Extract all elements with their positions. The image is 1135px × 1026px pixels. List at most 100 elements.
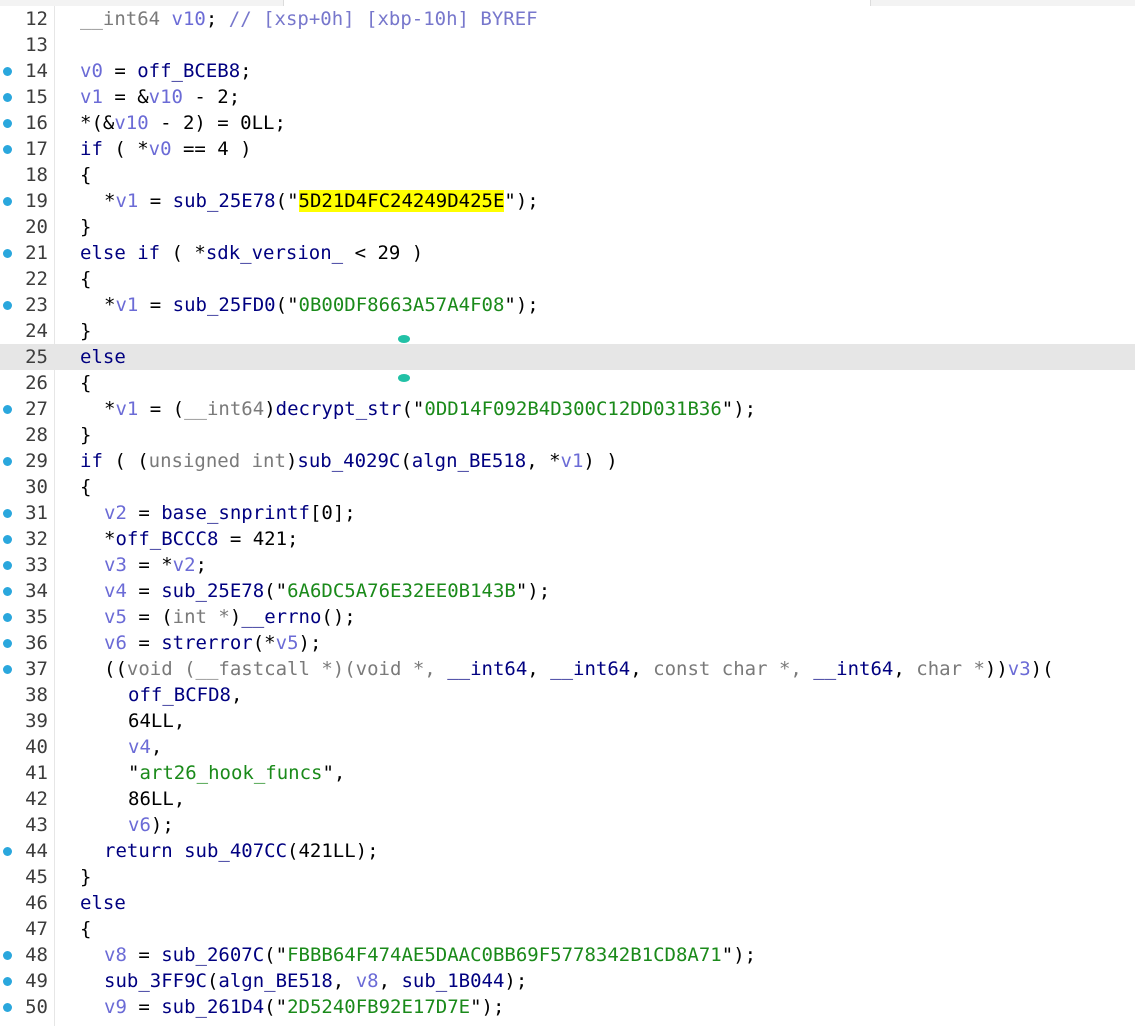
code-text[interactable]: v9 = sub_261D4("2D5240FB92E17D7E"); (104, 994, 504, 1020)
code-line[interactable]: 23 *v1 = sub_25FD0("0B00DF8663A57A4F08"); (0, 292, 1135, 318)
code-text[interactable]: ((void (__fastcall *)(void *, __int64, _… (104, 656, 1054, 682)
code-text[interactable]: else if ( *sdk_version_ < 29 ) (80, 240, 423, 266)
code-line[interactable]: 15 v1 = &v10 - 2; (0, 84, 1135, 110)
code-text[interactable]: __int64 v10; // [xsp+0h] [xbp-10h] BYREF (80, 6, 538, 32)
code-line[interactable]: 30 { (0, 474, 1135, 500)
code-line[interactable]: 38 off_BCFD8, (0, 682, 1135, 708)
code-token: (" (401, 398, 425, 420)
code-line[interactable]: 21 else if ( *sdk_version_ < 29 ) (0, 240, 1135, 266)
code-line[interactable]: 26 { (0, 370, 1135, 396)
line-number: 41 (25, 762, 48, 784)
code-text[interactable]: v0 = off_BCEB8; (80, 58, 252, 84)
code-text[interactable]: 86LL, (128, 786, 185, 812)
code-token: __int64 (813, 658, 894, 680)
code-line[interactable]: 20} (0, 214, 1135, 240)
code-text[interactable]: if ( (unsigned int)sub_4029C(algn_BE518,… (80, 448, 618, 474)
code-token: v1 (80, 86, 103, 108)
code-token: ( * (102, 138, 149, 160)
code-token: (( (104, 658, 127, 680)
code-text[interactable]: if ( *v0 == 4 ) (80, 136, 252, 162)
code-line[interactable]: 48 v8 = sub_2607C("FBBB64F474AE5DAAC0BB69… (0, 942, 1135, 968)
code-text[interactable]: v4, (128, 734, 162, 760)
code-token: = (138, 294, 173, 316)
line-number: 29 (25, 450, 48, 472)
code-text[interactable]: { (80, 370, 91, 396)
code-line[interactable]: 24} (0, 318, 1135, 344)
code-token: 64LL, (128, 710, 186, 732)
code-line[interactable]: 47 { (0, 916, 1135, 942)
code-text[interactable]: v3 = *v2; (104, 552, 207, 578)
code-token: (" (264, 580, 288, 602)
code-line[interactable]: 39 64LL, (0, 708, 1135, 734)
code-text[interactable]: v1 = &v10 - 2; (80, 84, 240, 110)
code-text[interactable]: { (80, 916, 91, 942)
scroll-marker-top[interactable] (398, 335, 410, 343)
code-text[interactable]: v6 = strerror(*v5); (104, 630, 321, 656)
code-token: ); (150, 814, 174, 836)
code-line[interactable]: 32 *off_BCCC8 = 421; (0, 526, 1135, 552)
code-text[interactable]: return sub_407CC(421LL); (104, 838, 379, 864)
code-line[interactable]: 31 v2 = base_snprintf[0]; (0, 500, 1135, 526)
line-number: 13 (25, 34, 48, 56)
code-line[interactable]: 37 ((void (__fastcall *)(void *, __int64,… (0, 656, 1135, 682)
code-line[interactable]: 28} (0, 422, 1135, 448)
code-text[interactable]: v4 = sub_25E78("6A6DC5A76E32EE0B143B"); (104, 578, 550, 604)
code-line[interactable]: 46 else (0, 890, 1135, 916)
code-text[interactable]: v2 = base_snprintf[0]; (104, 500, 356, 526)
code-text[interactable]: { (80, 162, 91, 188)
code-text[interactable]: } (80, 422, 91, 448)
code-line[interactable]: 13 (0, 32, 1135, 58)
code-text[interactable]: v5 = (int *)__errno(); (104, 604, 356, 630)
code-text[interactable]: else (80, 344, 126, 370)
code-line[interactable]: 43 v6); (0, 812, 1135, 838)
code-line[interactable]: 12 __int64 v10; // [xsp+0h] [xbp-10h] BYR… (0, 6, 1135, 32)
code-line[interactable]: 25 else (0, 344, 1135, 370)
line-number: 16 (25, 112, 48, 134)
code-line[interactable]: 34 v4 = sub_25E78("6A6DC5A76E32EE0B143B")… (0, 578, 1135, 604)
code-text[interactable]: } (80, 864, 91, 890)
code-text[interactable]: { (80, 266, 91, 292)
code-text[interactable]: off_BCFD8, (128, 682, 242, 708)
line-number: 31 (25, 502, 48, 524)
code-line[interactable]: 42 86LL, (0, 786, 1135, 812)
code-line[interactable]: 35 v5 = (int *)__errno(); (0, 604, 1135, 630)
code-line[interactable]: 18 { (0, 162, 1135, 188)
code-token: "); (721, 398, 757, 420)
code-line[interactable]: 17 if ( *v0 == 4 ) (0, 136, 1135, 162)
code-text[interactable]: *v1 = sub_25E78("5D21D4FC24249D425E"); (104, 188, 539, 214)
code-text[interactable]: v8 = sub_2607C("FBBB64F474AE5DAAC0BB69F5… (104, 942, 756, 968)
code-line[interactable]: 27 *v1 = (__int64)decrypt_str("0DD14F092B… (0, 396, 1135, 422)
code-line[interactable]: 29 if ( (unsigned int)sub_4029C(algn_BE51… (0, 448, 1135, 474)
code-text[interactable]: *off_BCCC8 = 421; (104, 526, 298, 552)
code-text[interactable]: v6); (128, 812, 174, 838)
code-token: v1 (115, 398, 139, 420)
code-line[interactable]: 22 { (0, 266, 1135, 292)
code-line[interactable]: 41 "art26_hook_funcs", (0, 760, 1135, 786)
code-text[interactable]: sub_3FF9C(algn_BE518, v8, sub_1B044); (104, 968, 527, 994)
code-token: base_snprintf (161, 502, 310, 524)
code-text[interactable]: 64LL, (128, 708, 185, 734)
code-line[interactable]: 16 *(&v10 - 2) = 0LL; (0, 110, 1135, 136)
code-line[interactable]: 45} (0, 864, 1135, 890)
code-line[interactable]: 49 sub_3FF9C(algn_BE518, v8, sub_1B044); (0, 968, 1135, 994)
code-line[interactable]: 36 v6 = strerror(*v5); (0, 630, 1135, 656)
code-line[interactable]: 44 return sub_407CC(421LL); (0, 838, 1135, 864)
code-token: = (102, 60, 138, 82)
pseudocode-view[interactable]: 12 __int64 v10; // [xsp+0h] [xbp-10h] BYR… (0, 6, 1135, 1020)
line-number: 36 (25, 632, 48, 654)
code-text[interactable]: else (80, 890, 126, 916)
code-text[interactable]: } (80, 214, 91, 240)
code-text[interactable]: "art26_hook_funcs", (128, 760, 345, 786)
scroll-marker-bottom[interactable] (398, 374, 410, 382)
code-text[interactable]: *(&v10 - 2) = 0LL; (80, 110, 286, 136)
code-line[interactable]: 14 v0 = off_BCEB8; (0, 58, 1135, 84)
code-line[interactable]: 19 *v1 = sub_25E78("5D21D4FC24249D425E"); (0, 188, 1135, 214)
code-text[interactable]: *v1 = (__int64)decrypt_str("0DD14F092B4D… (104, 396, 756, 422)
code-line[interactable]: 33 v3 = *v2; (0, 552, 1135, 578)
code-line[interactable]: 50 v9 = sub_261D4("2D5240FB92E17D7E"); (0, 994, 1135, 1020)
code-line[interactable]: 40 v4, (0, 734, 1135, 760)
code-text[interactable]: { (80, 474, 91, 500)
code-text[interactable]: *v1 = sub_25FD0("0B00DF8663A57A4F08"); (104, 292, 539, 318)
code-text[interactable]: } (80, 318, 91, 344)
